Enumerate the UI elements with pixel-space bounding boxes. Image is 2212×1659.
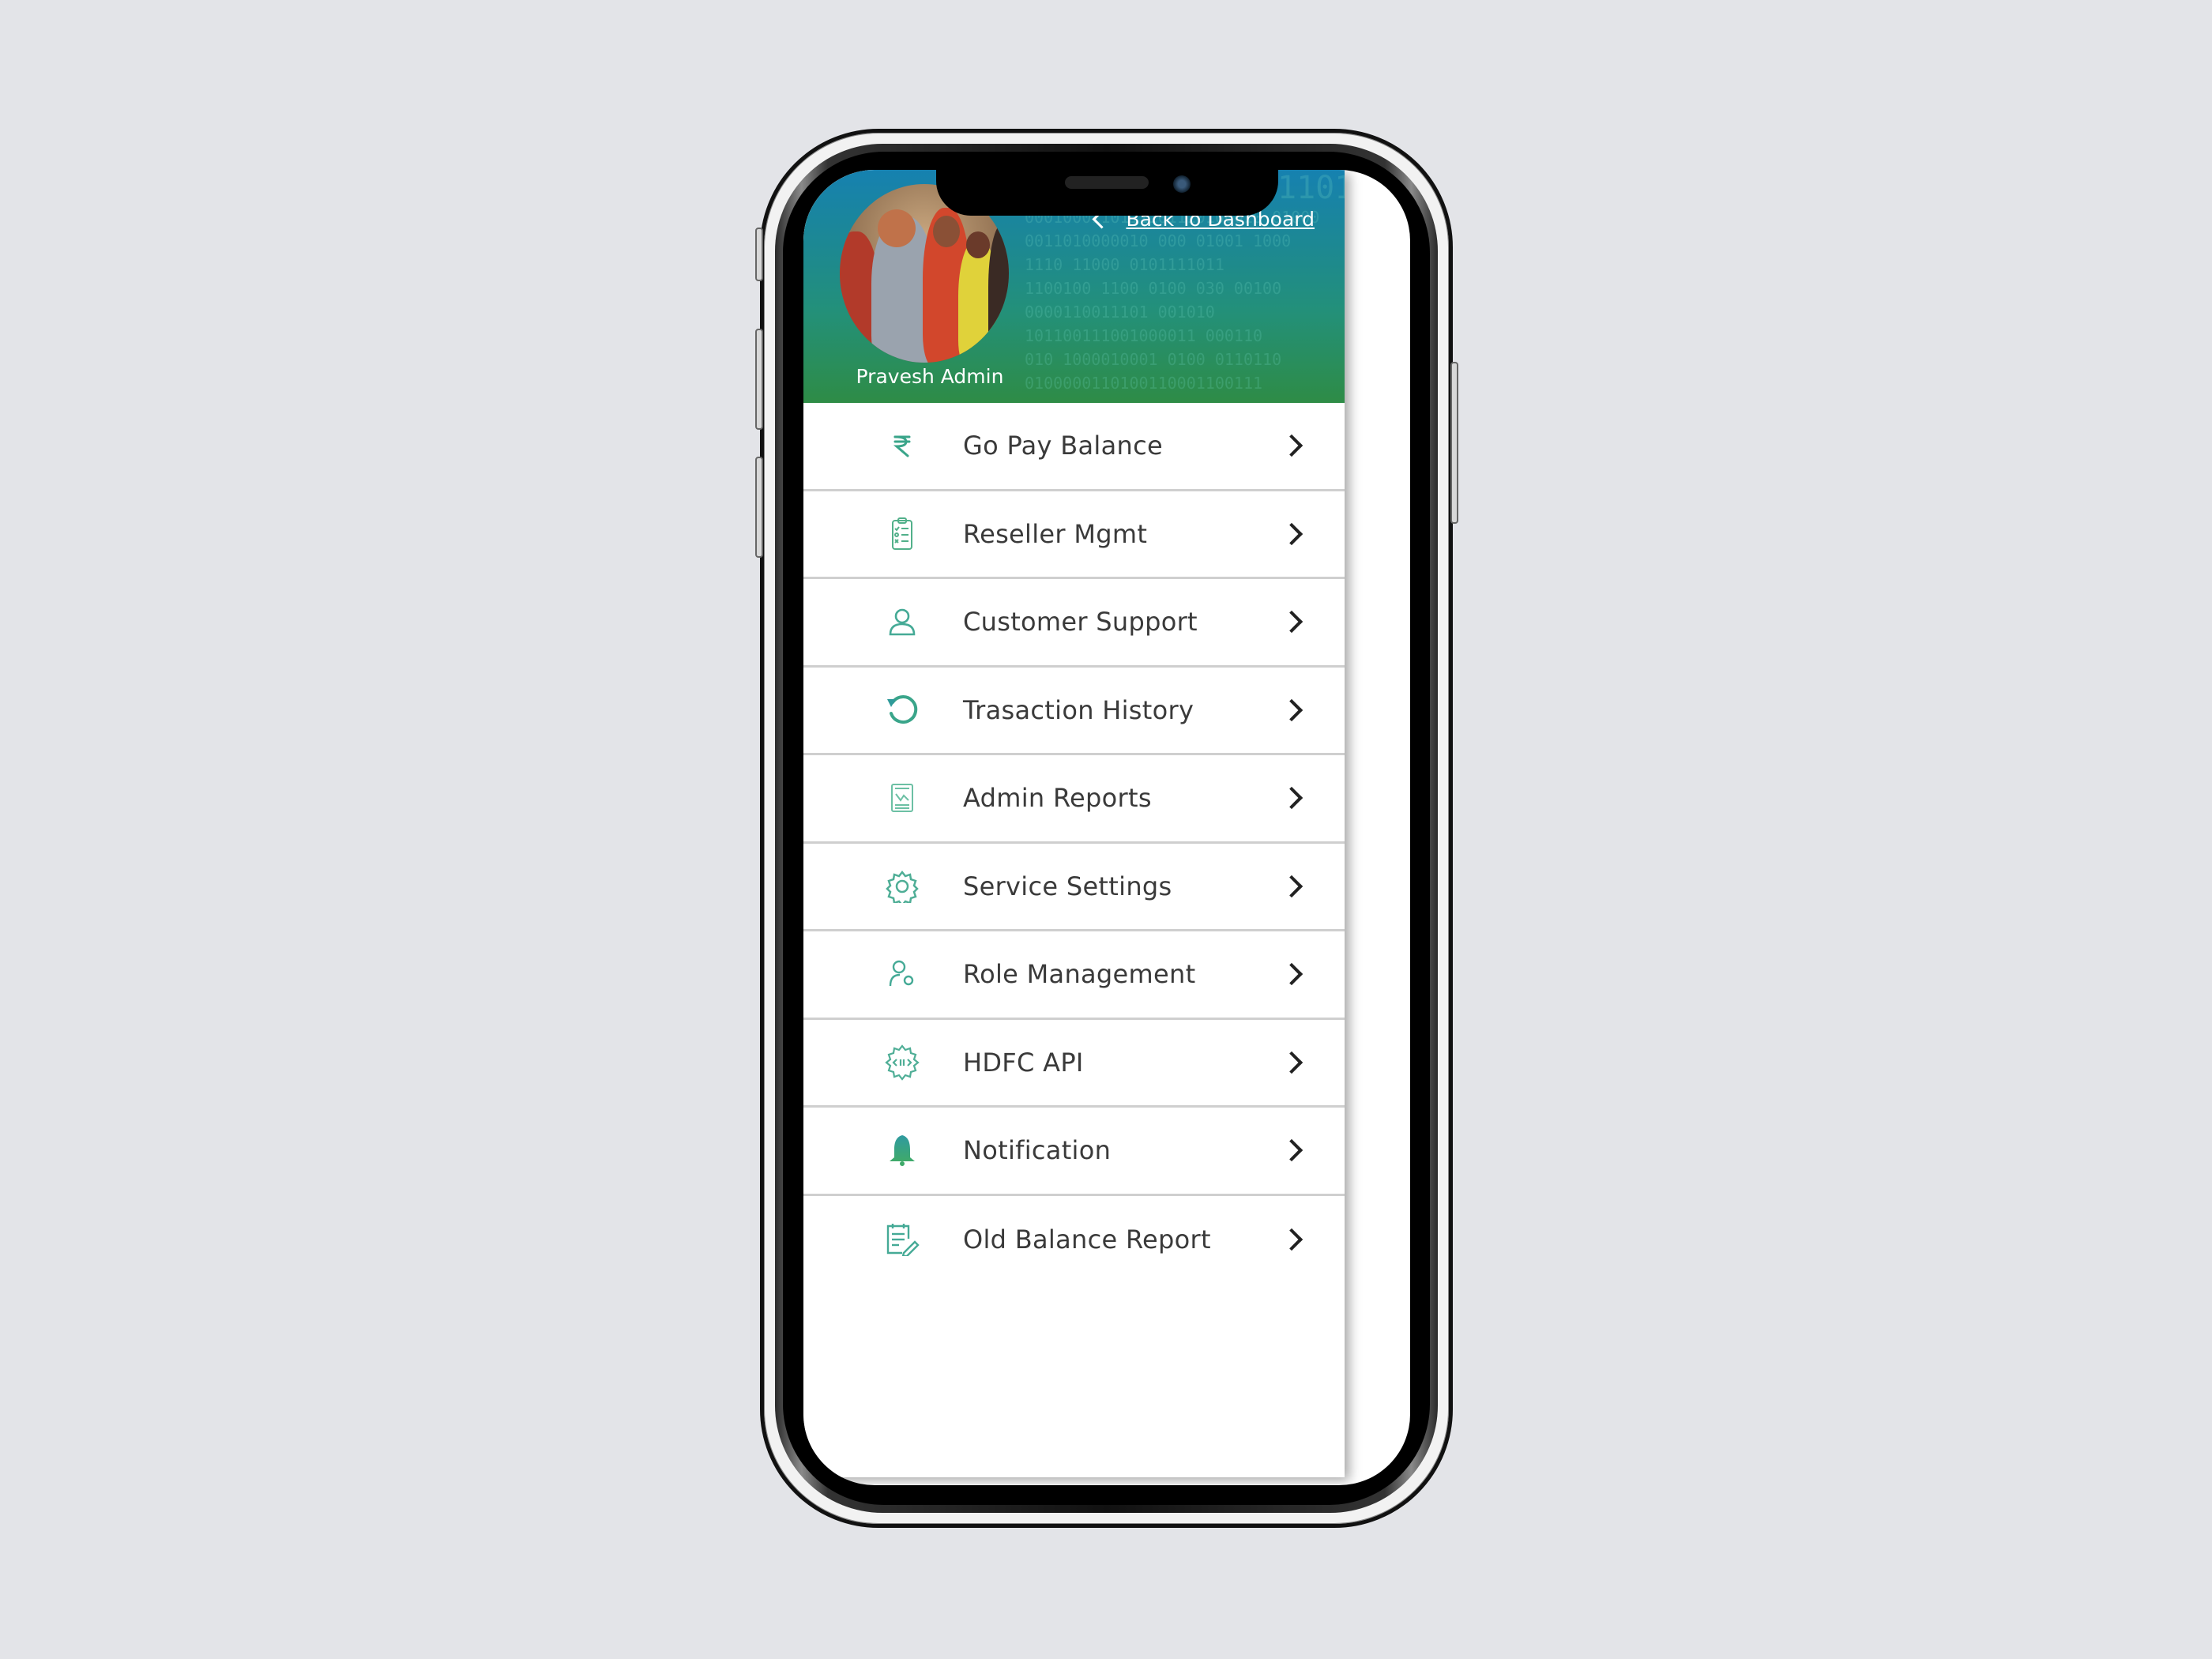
chevron-right-icon	[1280, 698, 1304, 721]
binary-text-line: 1110 11000 0101111011	[1025, 255, 1224, 274]
chevron-right-icon	[1280, 875, 1304, 897]
menu-item-label: Customer Support	[963, 607, 1198, 638]
history-icon	[882, 690, 922, 730]
menu-item-label: Trasaction History	[963, 694, 1194, 725]
menu-item-customer-support[interactable]: Customer Support	[803, 579, 1345, 668]
mute-switch	[755, 228, 763, 281]
menu-item-service-settings[interactable]: Service Settings	[803, 844, 1345, 931]
menu-item-admin-reports[interactable]: Admin Reports	[803, 755, 1345, 844]
menu-item-hdfc-api[interactable]: HDFC API	[803, 1020, 1345, 1108]
chevron-right-icon	[1280, 1051, 1304, 1074]
binary-text-line: 0000110011101 001010	[1025, 303, 1215, 322]
volume-down-button	[755, 457, 763, 558]
menu-item-label: HDFC API	[963, 1047, 1084, 1078]
menu-item-notification[interactable]: Notification	[803, 1108, 1345, 1196]
user-icon	[882, 602, 922, 641]
binary-text-line: 0100000110100110001100111	[1025, 374, 1263, 393]
navigation-drawer: 1101 0001000110111101110100010 01000 00110…	[803, 170, 1345, 1477]
chevron-right-icon	[1280, 787, 1304, 810]
menu-item-label: Old Balance Report	[963, 1224, 1211, 1255]
menu-item-go-pay-balance[interactable]: Go Pay Balance	[803, 403, 1345, 491]
volume-up-button	[755, 329, 763, 430]
menu-item-label: Notification	[963, 1135, 1112, 1166]
menu-item-transaction-history[interactable]: Trasaction History	[803, 668, 1345, 755]
gear-icon	[882, 867, 922, 906]
bell-icon	[882, 1130, 922, 1170]
user-settings-icon	[882, 954, 922, 994]
menu-item-label: Role Management	[963, 959, 1196, 990]
chevron-right-icon	[1280, 522, 1304, 545]
drawer-menu: Go Pay Balance Reseller Mgmt Customer Su…	[803, 403, 1345, 1284]
binary-text-line: 1100100 1100 0100 030 00100	[1025, 279, 1282, 298]
binary-text-line: 1101	[1277, 170, 1345, 206]
menu-item-old-balance-report[interactable]: Old Balance Report	[803, 1196, 1345, 1285]
menu-item-label: Service Settings	[963, 871, 1172, 901]
note-edit-icon	[882, 1220, 922, 1259]
power-button	[1450, 362, 1458, 524]
front-camera	[1173, 175, 1191, 193]
menu-item-label: Reseller Mgmt	[963, 518, 1148, 549]
phone-screen: 1101 0001000110111101110100010 01000 00110…	[803, 170, 1410, 1485]
menu-item-reseller-mgmt[interactable]: Reseller Mgmt	[803, 491, 1345, 579]
menu-item-label: Go Pay Balance	[963, 431, 1163, 461]
binary-text-line: 0011010000010 000 01001 1000	[1025, 231, 1292, 250]
speaker-grille	[1065, 176, 1149, 189]
chevron-right-icon	[1280, 611, 1304, 634]
chevron-right-icon	[1280, 1139, 1304, 1162]
user-name: Pravesh Admin	[856, 365, 1004, 388]
chevron-right-icon	[1280, 963, 1304, 986]
menu-item-label: Admin Reports	[963, 783, 1152, 814]
chevron-right-icon	[1280, 434, 1304, 457]
chevron-right-icon	[1280, 1228, 1304, 1251]
binary-text-line: 101100111001000011 000110	[1025, 326, 1263, 345]
api-gear-icon	[882, 1043, 922, 1082]
phone-notch	[936, 168, 1278, 216]
report-icon	[882, 778, 922, 818]
clipboard-checklist-icon	[882, 514, 922, 554]
menu-item-role-management[interactable]: Role Management	[803, 931, 1345, 1020]
rupee-icon	[882, 426, 922, 465]
binary-text-line: 010 1000010001 0100 0110110	[1025, 350, 1282, 369]
